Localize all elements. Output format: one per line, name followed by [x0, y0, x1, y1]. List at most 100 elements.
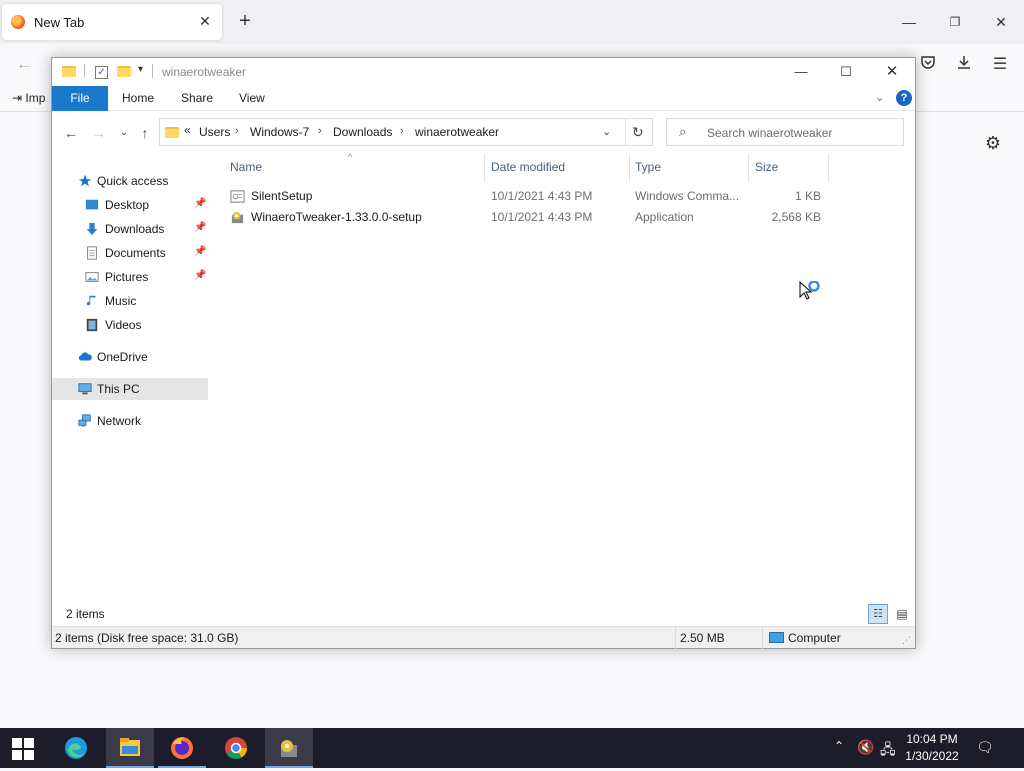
nav-onedrive[interactable]: OneDrive [52, 346, 208, 368]
busy-cursor-icon [799, 281, 820, 300]
address-bar[interactable]: « Users › Windows-7 › Downloads › winaer… [159, 118, 653, 146]
breadcrumb-windows-7[interactable]: Windows-7 [250, 125, 309, 139]
firefox-icon [171, 737, 193, 759]
address-folder-icon [165, 127, 179, 138]
column-divider[interactable] [484, 154, 485, 182]
breadcrumb-winaerotweaker[interactable]: winaerotweaker [415, 125, 499, 139]
ribbon-tab-file[interactable]: File [52, 86, 108, 111]
resize-grip-icon[interactable]: ⋰ [902, 635, 911, 646]
chrome-icon [225, 737, 247, 759]
ribbon-tab-view[interactable]: View [239, 86, 265, 111]
volume-muted-icon[interactable]: 🔇 [857, 739, 874, 756]
firefox-close-button[interactable]: ✕ [989, 10, 1013, 34]
new-folder-icon[interactable] [117, 66, 131, 77]
pin-icon[interactable]: 📌 [194, 270, 206, 281]
recent-locations-chevron-icon[interactable]: ⌄ [115, 124, 133, 142]
firefox-back-icon[interactable]: ← [13, 54, 35, 76]
pin-icon[interactable]: 📌 [194, 222, 206, 233]
column-divider[interactable] [828, 154, 829, 182]
column-header-name[interactable]: Name [230, 160, 262, 174]
firefox-tab-new-tab[interactable]: New Tab ✕ [2, 4, 222, 40]
address-separator [625, 119, 626, 145]
properties-check-icon[interactable]: ✓ [95, 66, 108, 79]
address-dropdown-icon[interactable]: ⌄ [602, 125, 611, 138]
forward-arrow-icon[interactable]: → [90, 124, 108, 142]
breadcrumb-separator[interactable]: › [400, 125, 404, 137]
large-icons-view-icon[interactable]: ▤ [892, 604, 912, 624]
pin-icon[interactable]: 📌 [194, 198, 206, 209]
explorer-minimize-button[interactable]: — [786, 60, 816, 84]
file-row[interactable]: WinaeroTweaker-1.33.0.0-setup 10/1/2021 … [224, 207, 824, 228]
network-status-icon[interactable]: 🖧 [880, 739, 896, 763]
ribbon-tab-share[interactable]: Share [181, 86, 213, 111]
settings-gear-icon[interactable]: ⚙ [982, 132, 1004, 154]
file-list: ^ Name Date modified Type Size SilentSet… [224, 152, 914, 612]
column-header-type[interactable]: Type [635, 160, 661, 174]
pictures-icon [85, 272, 99, 282]
taskbar-file-explorer[interactable] [106, 728, 154, 768]
show-hidden-icons-chevron-icon[interactable]: ⌃ [834, 739, 844, 753]
downloads-icon[interactable] [953, 54, 975, 76]
status-location: Computer [788, 631, 841, 645]
tab-close-icon[interactable]: ✕ [196, 12, 214, 30]
qat-dropdown-icon[interactable]: ▾ [138, 64, 143, 75]
status-divider [762, 627, 763, 649]
nav-this-pc[interactable]: This PC [52, 378, 208, 400]
help-icon[interactable]: ? [896, 90, 912, 106]
status-disk-space: 2 items (Disk free space: 31.0 GB) [55, 631, 239, 645]
computer-icon [78, 383, 92, 395]
nav-quick-access[interactable]: Quick access [52, 170, 208, 192]
back-arrow-icon[interactable]: ← [62, 124, 80, 142]
notifications-icon[interactable]: 🗨 [976, 739, 994, 756]
firefox-restore-button[interactable]: ❐ [943, 10, 967, 34]
network-icon [78, 414, 91, 427]
taskbar-winaero-setup[interactable] [265, 728, 313, 768]
breadcrumb-separator[interactable]: › [235, 125, 239, 137]
qat-separator [152, 64, 153, 78]
taskbar-edge[interactable] [52, 728, 100, 768]
expand-ribbon-chevron-icon[interactable]: ⌄ [875, 91, 884, 104]
pocket-icon[interactable] [917, 54, 939, 76]
file-row[interactable]: SilentSetup 10/1/2021 4:43 PM Windows Co… [224, 186, 824, 207]
file-name[interactable]: WinaeroTweaker-1.33.0.0-setup [251, 210, 422, 224]
nav-label: Quick access [97, 174, 169, 188]
taskbar-firefox[interactable] [158, 728, 206, 768]
documents-icon [87, 246, 97, 260]
column-divider[interactable] [748, 154, 749, 182]
nav-label: Documents [105, 246, 166, 260]
address-overflow-icon[interactable]: « [184, 123, 191, 137]
installer-icon [231, 211, 244, 224]
search-box[interactable]: ⌕ Search winaerotweaker [666, 118, 904, 146]
nav-desktop[interactable]: Desktop 📌 [52, 194, 208, 216]
breadcrumb-users[interactable]: Users [199, 125, 230, 139]
column-divider[interactable] [629, 154, 630, 182]
nav-pictures[interactable]: Pictures 📌 [52, 266, 208, 288]
clock-time[interactable]: 10:04 PM [902, 732, 962, 746]
ribbon-tab-home[interactable]: Home [122, 86, 154, 111]
explorer-maximize-button[interactable]: ☐ [831, 60, 861, 84]
import-bookmarks-button[interactable]: ⇥ Imp [12, 91, 45, 105]
nav-documents[interactable]: Documents 📌 [52, 242, 208, 264]
nav-label: This PC [97, 382, 140, 396]
details-view-icon[interactable]: ☷ [868, 604, 888, 624]
menu-icon[interactable]: ☰ [989, 54, 1011, 76]
nav-network[interactable]: Network [52, 410, 208, 432]
taskbar-chrome[interactable] [212, 728, 260, 768]
firefox-minimize-button[interactable]: — [897, 10, 921, 34]
nav-downloads[interactable]: Downloads 📌 [52, 218, 208, 240]
breadcrumb-downloads[interactable]: Downloads [333, 125, 392, 139]
nav-music[interactable]: Music [52, 290, 208, 312]
pin-icon[interactable]: 📌 [194, 246, 206, 257]
clock-date[interactable]: 1/30/2022 [902, 749, 962, 763]
new-tab-button[interactable]: + [233, 9, 257, 33]
nav-videos[interactable]: Videos [52, 314, 208, 336]
up-arrow-icon[interactable]: ↑ [136, 124, 154, 142]
breadcrumb-separator[interactable]: › [318, 125, 322, 137]
batch-file-icon [230, 190, 245, 203]
windows-start-icon[interactable] [12, 738, 34, 760]
column-header-date-modified[interactable]: Date modified [491, 160, 565, 174]
refresh-icon[interactable]: ↻ [632, 124, 644, 141]
file-name[interactable]: SilentSetup [251, 189, 312, 203]
column-header-size[interactable]: Size [755, 160, 778, 174]
explorer-close-button[interactable]: ✕ [877, 60, 907, 84]
